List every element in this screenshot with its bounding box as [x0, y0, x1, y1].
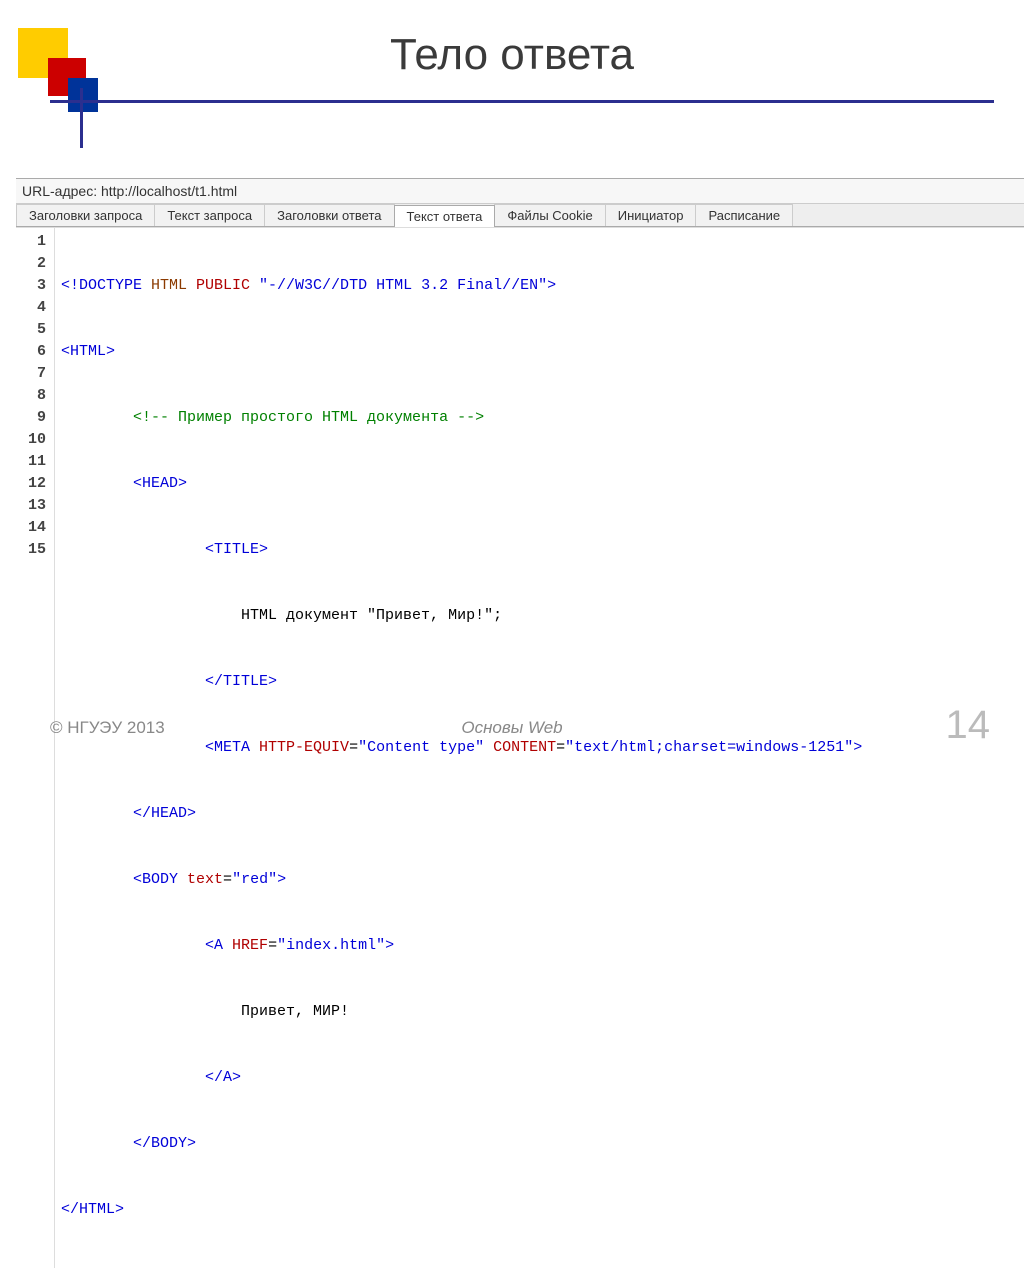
footer-subtitle: Основы Web	[0, 718, 1024, 738]
line-number: 8	[20, 385, 46, 407]
code-line: <HTML>	[61, 341, 862, 363]
line-number: 12	[20, 473, 46, 495]
line-number: 3	[20, 275, 46, 297]
line-number: 4	[20, 297, 46, 319]
tab-request-text[interactable]: Текст запроса	[154, 204, 265, 226]
title-underline-vertical	[80, 88, 83, 148]
line-number: 13	[20, 495, 46, 517]
code-content[interactable]: <!DOCTYPE HTML PUBLIC "-//W3C//DTD HTML …	[55, 228, 862, 1268]
line-number: 14	[20, 517, 46, 539]
code-line: </A>	[61, 1067, 862, 1089]
line-number: 5	[20, 319, 46, 341]
line-number: 6	[20, 341, 46, 363]
tab-response-headers[interactable]: Заголовки ответа	[264, 204, 394, 226]
tab-response-text[interactable]: Текст ответа	[394, 205, 496, 227]
code-line: <TITLE>	[61, 539, 862, 561]
tab-cookies[interactable]: Файлы Cookie	[494, 204, 605, 226]
code-line: <BODY text="red">	[61, 869, 862, 891]
line-number: 11	[20, 451, 46, 473]
code-line: </BODY>	[61, 1133, 862, 1155]
code-line: </HTML>	[61, 1199, 862, 1221]
tab-initiator[interactable]: Инициатор	[605, 204, 697, 226]
url-address-bar: URL-адрес: http://localhost/t1.html	[16, 179, 1024, 204]
code-line: <META HTTP-EQUIV="Content type" CONTENT=…	[61, 737, 862, 759]
line-number: 2	[20, 253, 46, 275]
code-line: <A HREF="index.html">	[61, 935, 862, 957]
code-line: </TITLE>	[61, 671, 862, 693]
code-line: </HEAD>	[61, 803, 862, 825]
code-line: <!-- Пример простого HTML документа -->	[61, 407, 862, 429]
tab-timing[interactable]: Расписание	[695, 204, 793, 226]
line-number: 15	[20, 539, 46, 561]
code-line: Привет, МИР!	[61, 1001, 862, 1023]
code-line: <HEAD>	[61, 473, 862, 495]
line-number: 10	[20, 429, 46, 451]
line-number: 9	[20, 407, 46, 429]
devtools-tabstrip: Заголовки запроса Текст запроса Заголовк…	[16, 204, 1024, 227]
page-number: 14	[946, 703, 991, 748]
line-number: 7	[20, 363, 46, 385]
code-line: HTML документ "Привет, Мир!";	[61, 605, 862, 627]
title-underline	[50, 100, 994, 103]
line-number-gutter: 1 2 3 4 5 6 7 8 9 10 11 12 13 14 15	[16, 228, 55, 1268]
line-number: 1	[20, 231, 46, 253]
deco-square-blue	[68, 78, 98, 112]
slide: Тело ответа URL-адрес: http://localhost/…	[0, 0, 1024, 768]
code-line: <!DOCTYPE HTML PUBLIC "-//W3C//DTD HTML …	[61, 275, 862, 297]
tab-request-headers[interactable]: Заголовки запроса	[16, 204, 155, 226]
slide-title: Тело ответа	[0, 30, 1024, 80]
response-code-viewer: 1 2 3 4 5 6 7 8 9 10 11 12 13 14 15 <!DO…	[16, 227, 1024, 1268]
